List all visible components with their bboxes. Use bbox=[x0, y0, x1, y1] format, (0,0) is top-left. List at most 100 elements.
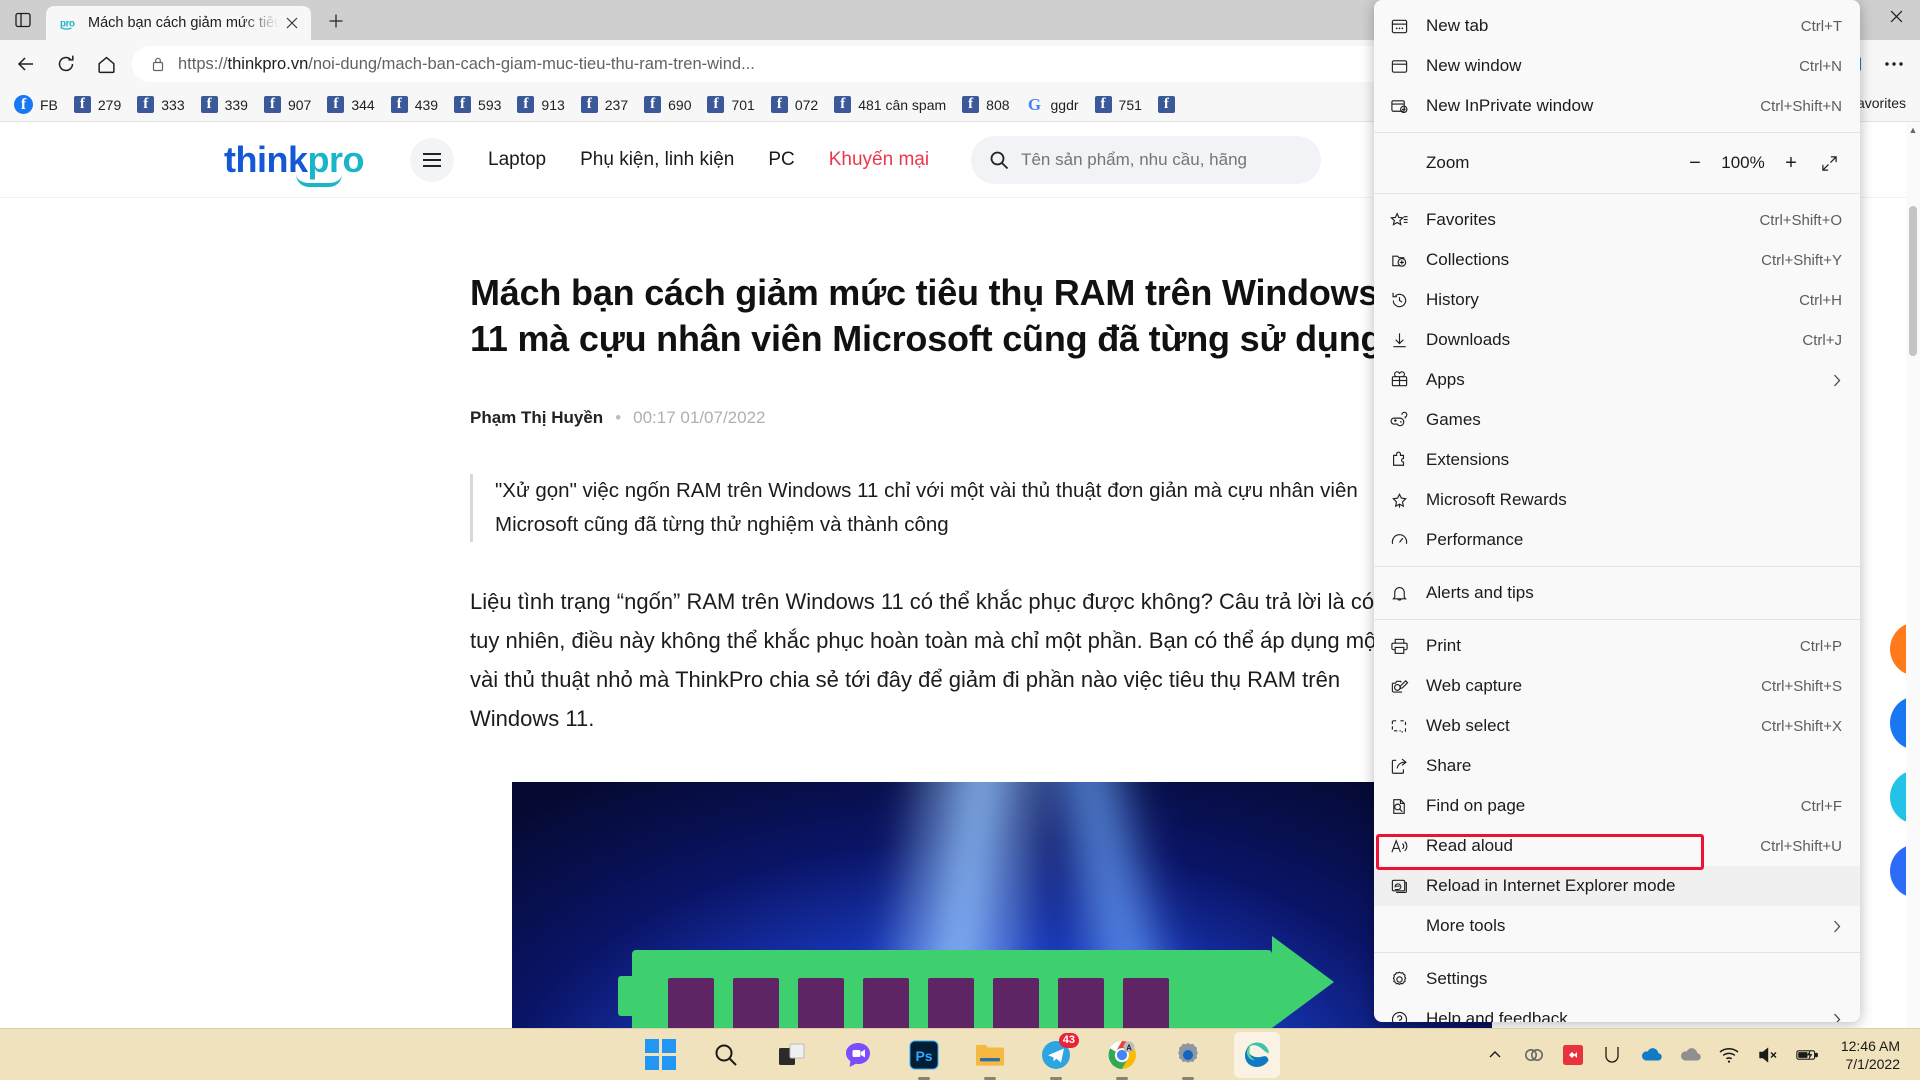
bookmark-item[interactable]: f 439 bbox=[383, 92, 446, 118]
menu-item-settings[interactable]: Settings bbox=[1374, 959, 1860, 999]
bookmark-item[interactable]: f 237 bbox=[573, 92, 636, 118]
web-select-icon bbox=[1390, 717, 1426, 736]
bookmark-item[interactable]: f 339 bbox=[193, 92, 256, 118]
onedrive-gray-icon[interactable] bbox=[1679, 1044, 1701, 1066]
back-button[interactable] bbox=[6, 46, 46, 82]
menu-item-microsoft-rewards[interactable]: Microsoft Rewards bbox=[1374, 480, 1860, 520]
running-indicator bbox=[1050, 1076, 1062, 1080]
photoshop-icon[interactable]: Ps bbox=[904, 1035, 944, 1080]
menu-item-web-select[interactable]: Web select Ctrl+Shift+X bbox=[1374, 706, 1860, 746]
home-button[interactable] bbox=[86, 46, 126, 82]
adobe-creative-cloud-icon[interactable] bbox=[1523, 1044, 1545, 1066]
thinkpro-logo[interactable]: thinkpro bbox=[224, 141, 364, 187]
scrollbar-thumb[interactable] bbox=[1909, 206, 1917, 356]
fullscreen-icon[interactable] bbox=[1810, 146, 1848, 180]
site-search-input[interactable] bbox=[1021, 149, 1304, 170]
svg-text:Ps: Ps bbox=[915, 1048, 932, 1064]
page-scrollbar[interactable]: ▲ bbox=[1906, 122, 1920, 1028]
menu-item-find-on-page[interactable]: Find on page Ctrl+F bbox=[1374, 786, 1860, 826]
facebook-icon: f bbox=[137, 96, 155, 113]
menu-item-web-capture[interactable]: Web capture Ctrl+Shift+S bbox=[1374, 666, 1860, 706]
menu-item-new-window[interactable]: New window Ctrl+N bbox=[1374, 46, 1860, 86]
menu-item-share[interactable]: Share bbox=[1374, 746, 1860, 786]
taskbar-icons: Ps 43 A bbox=[640, 1031, 1280, 1080]
new-tab-button[interactable] bbox=[319, 4, 353, 38]
onedrive-blue-icon[interactable] bbox=[1640, 1044, 1662, 1066]
bookmark-item[interactable]: f 593 bbox=[446, 92, 509, 118]
bookmark-item[interactable]: f 701 bbox=[699, 92, 762, 118]
wifi-icon[interactable] bbox=[1718, 1044, 1740, 1066]
scroll-up-icon[interactable]: ▲ bbox=[1906, 122, 1920, 138]
zoom-in-button[interactable]: + bbox=[1772, 146, 1810, 180]
tab-close-icon[interactable] bbox=[279, 10, 305, 36]
bookmark-item[interactable]: Gggdr bbox=[1018, 92, 1087, 118]
menu-item-new-tab[interactable]: New tab Ctrl+T bbox=[1374, 6, 1860, 46]
bookmark-item[interactable]: f 344 bbox=[319, 92, 382, 118]
file-explorer-icon[interactable] bbox=[970, 1035, 1010, 1080]
bookmark-item[interactable]: f 072 bbox=[763, 92, 826, 118]
bookmark-item[interactable]: f 907 bbox=[256, 92, 319, 118]
menu-item-help-and-feedback[interactable]: Help and feedback bbox=[1374, 999, 1860, 1022]
bookmark-item[interactable]: f 690 bbox=[636, 92, 699, 118]
menu-shortcut: Ctrl+H bbox=[1799, 291, 1842, 309]
menu-item-downloads[interactable]: Downloads Ctrl+J bbox=[1374, 320, 1860, 360]
menu-item-print[interactable]: Print Ctrl+P bbox=[1374, 626, 1860, 666]
browser-tab[interactable]: pro Mách bạn cách giảm mức tiêu th bbox=[46, 6, 311, 40]
address-bar[interactable]: https://thinkpro.vn/noi-dung/mach-ban-ca… bbox=[132, 46, 1588, 82]
bookmark-item[interactable]: f 913 bbox=[509, 92, 572, 118]
history-icon bbox=[1390, 291, 1426, 310]
web-capture-icon bbox=[1390, 677, 1426, 696]
microsoft-edge-icon[interactable] bbox=[1234, 1031, 1280, 1080]
article-title: Mách bạn cách giảm mức tiêu thụ RAM trên… bbox=[470, 272, 1383, 360]
menu-item-more-tools[interactable]: More tools bbox=[1374, 906, 1860, 946]
nav-item-accessories[interactable]: Phụ kiện, linh kiện bbox=[580, 149, 734, 171]
bookmark-item[interactable]: f 279 bbox=[66, 92, 129, 118]
task-view-icon[interactable] bbox=[772, 1035, 812, 1075]
taskbar-clock[interactable]: 12:46 AM 7/1/2022 bbox=[1841, 1037, 1904, 1073]
bookmark-item[interactable]: f 808 bbox=[954, 92, 1017, 118]
tab-actions-icon[interactable] bbox=[0, 0, 46, 40]
site-search-box[interactable] bbox=[971, 135, 1322, 184]
taskbar-search-icon[interactable] bbox=[706, 1035, 746, 1075]
ram-chips bbox=[668, 978, 1169, 1028]
bookmark-label: 279 bbox=[97, 96, 122, 113]
zoom-out-button[interactable]: − bbox=[1676, 146, 1714, 180]
volume-muted-icon[interactable] bbox=[1757, 1044, 1779, 1066]
menu-item-new-inprivate-window[interactable]: New InPrivate window Ctrl+Shift+N bbox=[1374, 86, 1860, 126]
bookmark-item[interactable]: f 333 bbox=[129, 92, 192, 118]
close-window-button[interactable] bbox=[1873, 0, 1920, 32]
battery-charging-icon[interactable] bbox=[1796, 1044, 1818, 1066]
more-options-button[interactable] bbox=[1874, 46, 1914, 82]
menu-item-apps[interactable]: Apps bbox=[1374, 360, 1860, 400]
bookmark-item[interactable]: f 481 cân spam bbox=[826, 92, 954, 118]
show-hidden-icons-chevron[interactable] bbox=[1484, 1044, 1506, 1066]
menu-item-history[interactable]: History Ctrl+H bbox=[1374, 280, 1860, 320]
menu-item-performance[interactable]: Performance bbox=[1374, 520, 1860, 560]
nav-item-laptop[interactable]: Laptop bbox=[488, 149, 546, 171]
settings-gear-icon[interactable] bbox=[1168, 1035, 1208, 1080]
menu-item-extensions[interactable]: Extensions bbox=[1374, 440, 1860, 480]
nav-item-pc[interactable]: PC bbox=[768, 149, 794, 171]
chat-teams-icon[interactable] bbox=[838, 1035, 878, 1075]
menu-item-read-aloud[interactable]: Read aloud Ctrl+Shift+U bbox=[1374, 826, 1860, 866]
menu-hamburger-icon[interactable] bbox=[410, 137, 454, 182]
menu-item-reload-in-ie-mode[interactable]: Reload in Internet Explorer mode bbox=[1374, 866, 1860, 906]
refresh-button[interactable] bbox=[46, 46, 86, 82]
red-app-icon[interactable] bbox=[1562, 1044, 1584, 1066]
start-button[interactable] bbox=[640, 1035, 680, 1075]
google-chrome-icon[interactable]: A bbox=[1102, 1035, 1142, 1080]
bookmark-item[interactable]: f bbox=[1150, 92, 1190, 118]
v-app-icon[interactable] bbox=[1601, 1044, 1623, 1066]
bookmark-item[interactable]: f 751 bbox=[1087, 92, 1150, 118]
menu-item-favorites[interactable]: Favorites Ctrl+Shift+O bbox=[1374, 200, 1860, 240]
find-on-page-icon bbox=[1390, 797, 1426, 816]
bookmark-item[interactable]: f FB bbox=[6, 92, 66, 118]
notification-badge: 43 bbox=[1058, 1032, 1079, 1048]
nav-item-promotions[interactable]: Khuyến mại bbox=[829, 149, 929, 171]
telegram-icon[interactable]: 43 bbox=[1036, 1032, 1079, 1080]
menu-item-alerts-and-tips[interactable]: Alerts and tips bbox=[1374, 573, 1860, 613]
menu-item-games[interactable]: Games bbox=[1374, 400, 1860, 440]
menu-item-collections[interactable]: Collections Ctrl+Shift+Y bbox=[1374, 240, 1860, 280]
article-paragraph: Liệu tình trạng “ngốn” RAM trên Windows … bbox=[470, 588, 1383, 732]
facebook-round-icon: f bbox=[14, 95, 33, 114]
